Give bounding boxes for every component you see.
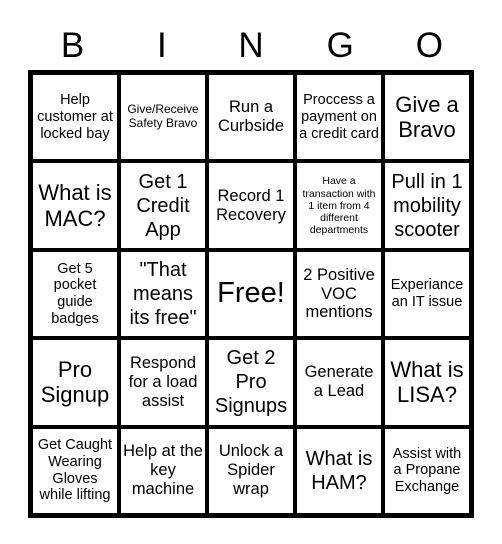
bingo-grid: Help customer at locked bay Give/Receive… bbox=[28, 70, 474, 518]
bingo-cell-r0-c3[interactable]: Proccess a payment on a credit card bbox=[295, 73, 383, 162]
bingo-cell-r3-c0[interactable]: Pro Signup bbox=[31, 338, 119, 427]
bingo-cell-r2-c4[interactable]: Experiance an IT issue bbox=[383, 249, 471, 339]
bingo-cell-r3-c2[interactable]: Get 2 Pro Signups bbox=[207, 338, 295, 427]
bingo-cell-r2-c3[interactable]: 2 Positive VOC mentions bbox=[295, 249, 383, 339]
bingo-cell-r0-c1[interactable]: Give/Receive Safety Bravo bbox=[119, 73, 207, 162]
header-letter-n: N bbox=[238, 26, 264, 65]
header-letter-b: B bbox=[60, 26, 85, 65]
header-letter-i: I bbox=[156, 26, 167, 65]
bingo-cell-r0-c4[interactable]: Give a Bravo bbox=[383, 73, 471, 162]
bingo-cell-r3-c4[interactable]: What is LISA? bbox=[383, 338, 471, 427]
bingo-cell-r4-c1[interactable]: Help at the key machine bbox=[119, 426, 207, 515]
bingo-cell-r3-c1[interactable]: Respond for a load assist bbox=[119, 338, 207, 427]
bingo-cell-r2-c1[interactable]: "That means its free" bbox=[119, 249, 207, 339]
bingo-cell-r0-c2[interactable]: Run a Curbside bbox=[207, 73, 295, 162]
bingo-header: B I N G O bbox=[28, 22, 474, 70]
header-letter-o: O bbox=[415, 26, 444, 65]
bingo-cell-free-space[interactable]: Free! bbox=[207, 249, 295, 339]
bingo-cell-r4-c0[interactable]: Get Caught Wearing Gloves while lifting bbox=[31, 426, 119, 515]
header-letter-g: G bbox=[326, 26, 354, 65]
bingo-cell-r3-c3[interactable]: Generate a Lead bbox=[295, 338, 383, 427]
bingo-cell-r4-c2[interactable]: Unlock a Spider wrap bbox=[207, 426, 295, 515]
bingo-cell-r0-c0[interactable]: Help customer at locked bay bbox=[31, 73, 119, 162]
bingo-cell-r4-c4[interactable]: Assist with a Propane Exchange bbox=[383, 426, 471, 515]
bingo-cell-r1-c4[interactable]: Pull in 1 mobility scooter bbox=[383, 161, 471, 250]
bingo-cell-r2-c0[interactable]: Get 5 pocket guide badges bbox=[31, 249, 119, 339]
bingo-cell-r1-c1[interactable]: Get 1 Credit App bbox=[119, 161, 207, 250]
bingo-cell-r1-c0[interactable]: What is MAC? bbox=[31, 161, 119, 250]
bingo-cell-r4-c3[interactable]: What is HAM? bbox=[295, 426, 383, 515]
bingo-cell-r1-c3[interactable]: Have a transaction with 1 item from 4 di… bbox=[295, 161, 383, 250]
bingo-cell-r1-c2[interactable]: Record 1 Recovery bbox=[207, 161, 295, 250]
